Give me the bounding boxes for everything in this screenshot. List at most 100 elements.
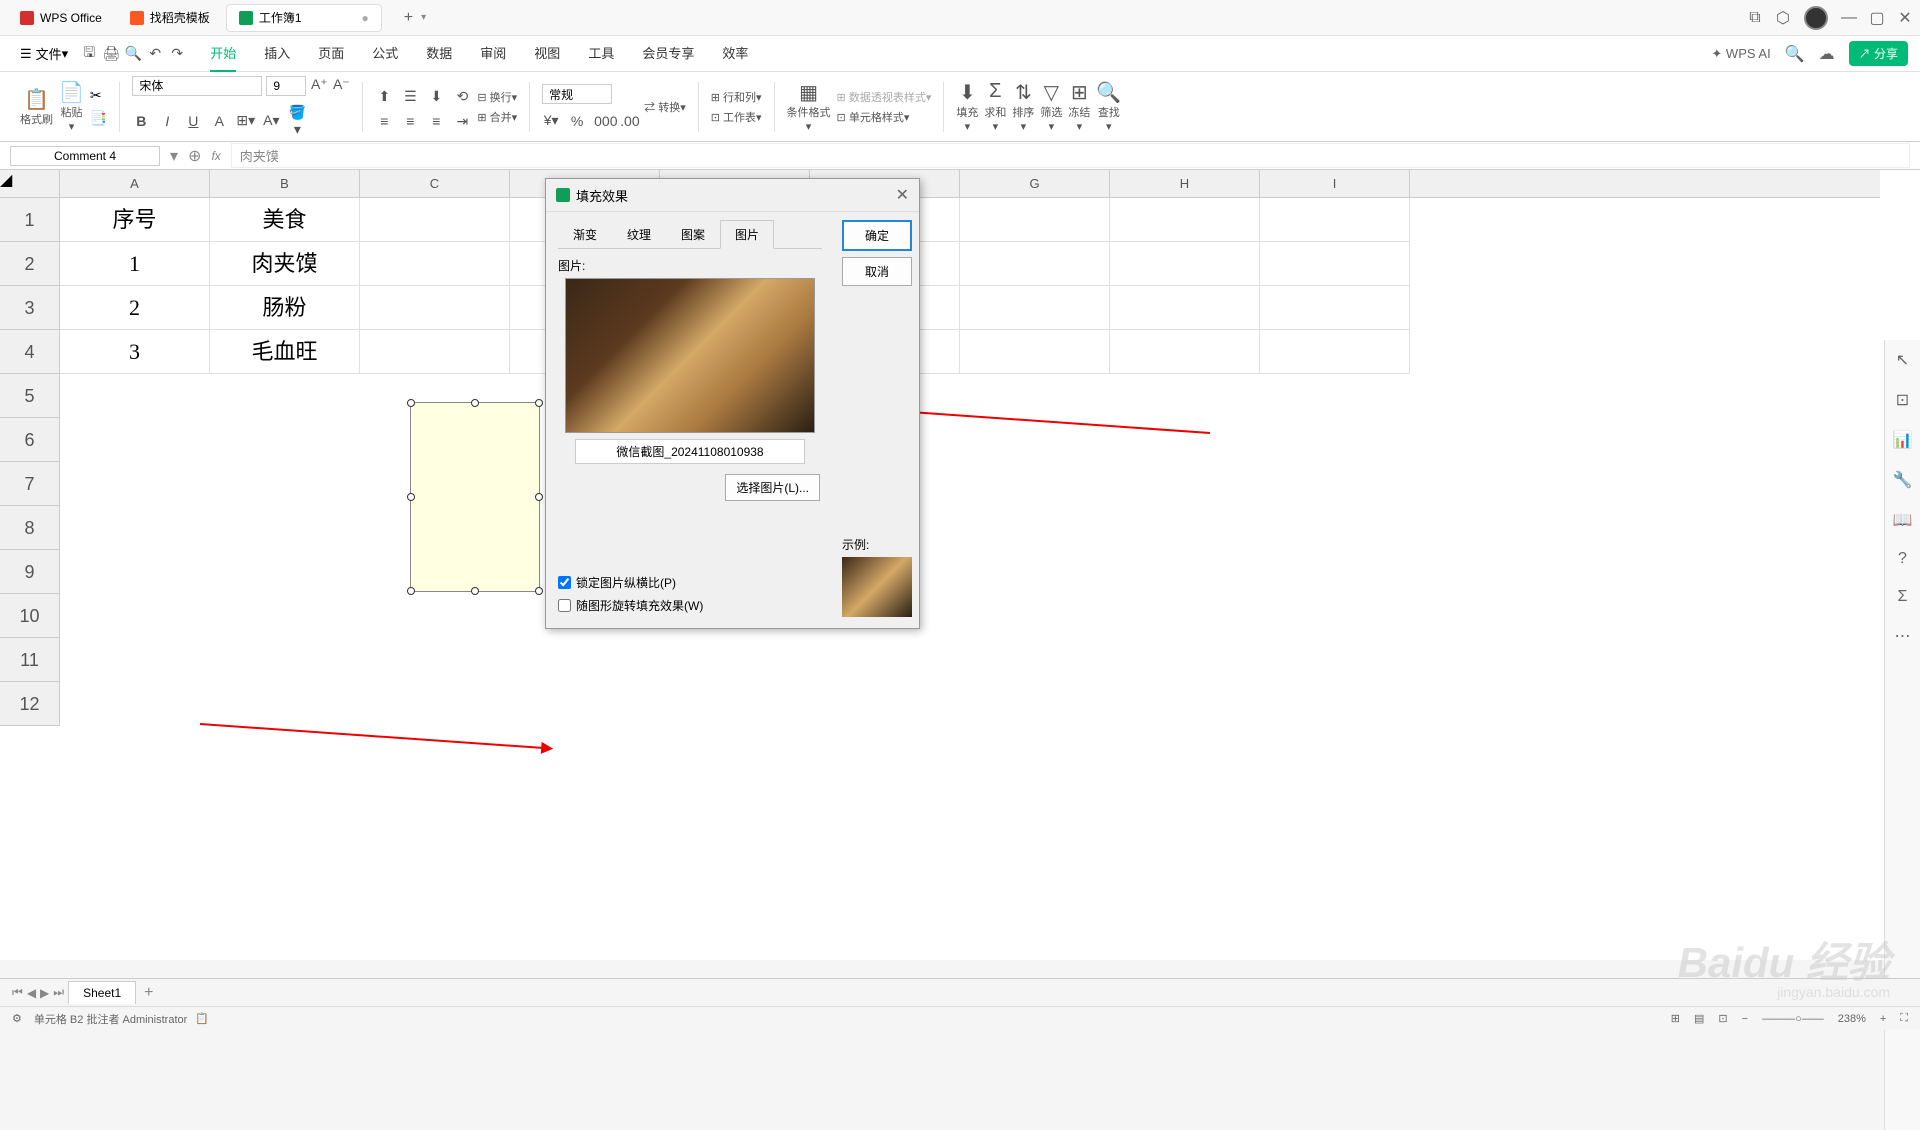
view-normal-icon[interactable]: ⊞	[1671, 1012, 1680, 1025]
sheet-nav-last[interactable]: ⏭	[53, 985, 64, 1000]
more-icon[interactable]: ⋯	[1895, 626, 1911, 646]
wrap-text-button[interactable]: ⊟ 换行▾	[477, 89, 517, 105]
underline-icon[interactable]: U	[184, 113, 202, 129]
merge-button[interactable]: ⊞ 合并▾	[477, 109, 517, 125]
clipboard-icon[interactable]: 📋	[195, 1012, 209, 1025]
lock-ratio-checkbox[interactable]	[558, 576, 571, 589]
number-format-select[interactable]	[542, 84, 612, 104]
strikethrough-icon[interactable]: A	[210, 113, 228, 129]
freeze-button[interactable]: ⊞冻结▾	[1068, 80, 1090, 133]
row-header[interactable]: 8	[0, 506, 60, 550]
row-header[interactable]: 6	[0, 418, 60, 462]
cell[interactable]	[1110, 242, 1260, 286]
worksheet-button[interactable]: ⊡ 工作表▾	[711, 109, 762, 125]
convert-button[interactable]: ⇄ 转换▾	[644, 99, 686, 115]
add-sheet-button[interactable]: +	[144, 984, 153, 1002]
decrease-font-icon[interactable]: A⁻	[332, 76, 350, 96]
cond-format-button[interactable]: ▦条件格式▾	[787, 80, 831, 133]
row-header[interactable]: 5	[0, 374, 60, 418]
cell-b3[interactable]: 肠粉	[210, 286, 360, 330]
menu-tab-insert[interactable]: 插入	[264, 35, 290, 72]
tab-template[interactable]: 找稻壳模板	[118, 4, 222, 32]
currency-icon[interactable]: ¥▾	[542, 112, 560, 129]
row-header[interactable]: 4	[0, 330, 60, 374]
row-header[interactable]: 2	[0, 242, 60, 286]
zoom-icon[interactable]: ⊕	[188, 146, 201, 166]
cell[interactable]	[960, 198, 1110, 242]
decimal-dec-icon[interactable]: .00	[620, 113, 638, 129]
cell-a2[interactable]: 1	[60, 242, 210, 286]
close-button[interactable]: ✕	[1898, 11, 1912, 25]
sheet-nav-first[interactable]: ⏮	[12, 985, 23, 1000]
dialog-close-button[interactable]: ✕	[896, 185, 909, 205]
sort-button[interactable]: ⇅排序▾	[1012, 80, 1034, 133]
align-middle-icon[interactable]: ☰	[401, 88, 419, 105]
increase-font-icon[interactable]: A⁺	[310, 76, 328, 96]
sheet-tab-sheet1[interactable]: Sheet1	[68, 981, 136, 1004]
sheet-nav-prev[interactable]: ◀	[27, 986, 36, 1000]
row-header[interactable]: 10	[0, 594, 60, 638]
help-icon[interactable]: ?	[1898, 550, 1907, 568]
col-header-a[interactable]: A	[60, 170, 210, 197]
menu-tab-review[interactable]: 审阅	[480, 35, 506, 72]
zoom-in-icon[interactable]: +	[1880, 1013, 1886, 1025]
cell[interactable]	[1260, 242, 1410, 286]
align-bottom-icon[interactable]: ⬇	[427, 88, 445, 105]
row-header[interactable]: 11	[0, 638, 60, 682]
cursor-icon[interactable]: ↖	[1896, 350, 1909, 370]
indent-icon[interactable]: ⇥	[453, 113, 471, 130]
menu-tab-page[interactable]: 页面	[318, 35, 344, 72]
cell[interactable]	[1110, 286, 1260, 330]
row-header[interactable]: 3	[0, 286, 60, 330]
align-center-icon[interactable]: ≡	[401, 113, 419, 129]
fullscreen-icon[interactable]: ⛶	[1900, 1012, 1908, 1025]
print-icon[interactable]: 🖨	[102, 45, 120, 62]
redo-icon[interactable]: ↷	[168, 45, 186, 62]
row-header[interactable]: 1	[0, 198, 60, 242]
align-top-icon[interactable]: ⬆	[375, 88, 393, 105]
formula-input[interactable]: 肉夹馍	[231, 143, 1910, 168]
undo-icon[interactable]: ↶	[146, 45, 164, 62]
cell-a1[interactable]: 序号	[60, 198, 210, 242]
menu-tab-data[interactable]: 数据	[426, 35, 452, 72]
tab-dropdown[interactable]: ▾	[421, 12, 426, 23]
cell-b1[interactable]: 美食	[210, 198, 360, 242]
cell-a4[interactable]: 3	[60, 330, 210, 374]
layout-icon[interactable]: ⧉	[1748, 11, 1762, 25]
sheet-nav-next[interactable]: ▶	[40, 986, 49, 1000]
select-all-corner[interactable]: ◢	[0, 170, 60, 198]
row-col-button[interactable]: ⊞ 行和列▾	[711, 89, 762, 105]
cube-icon[interactable]: ⬡	[1776, 11, 1790, 25]
share-button[interactable]: ↗ 分享	[1849, 41, 1908, 66]
cell[interactable]	[360, 330, 510, 374]
comment-shape[interactable]	[410, 402, 540, 592]
menu-tab-tools[interactable]: 工具	[588, 35, 614, 72]
cell-b4[interactable]: 毛血旺	[210, 330, 360, 374]
cell[interactable]	[960, 286, 1110, 330]
col-header-i[interactable]: I	[1260, 170, 1410, 197]
border-icon[interactable]: ⊞▾	[236, 112, 254, 129]
save-icon[interactable]: 🖫	[80, 42, 98, 66]
dialog-tab-pattern[interactable]: 图案	[666, 220, 720, 248]
cell-b2[interactable]: 肉夹馍	[210, 242, 360, 286]
paste-button[interactable]: 📄粘贴 ▾	[59, 80, 84, 133]
cell-style-button[interactable]: ⊡ 单元格样式▾	[837, 109, 932, 125]
sum-button[interactable]: Σ求和▾	[984, 80, 1006, 133]
cells-area[interactable]: 序号 美食 1 肉夹馍 2 肠粉 3 毛血旺	[60, 198, 1880, 960]
font-color-icon[interactable]: A▾	[262, 112, 280, 129]
file-menu[interactable]: ☰ 文件 ▾	[12, 40, 76, 67]
sum-icon[interactable]: Σ	[1898, 588, 1908, 606]
find-button[interactable]: 🔍查找▾	[1096, 80, 1121, 133]
fx-icon[interactable]: fx	[211, 149, 220, 163]
cell[interactable]	[1260, 330, 1410, 374]
menu-tab-efficiency[interactable]: 效率	[722, 35, 748, 72]
cell-c1[interactable]	[360, 198, 510, 242]
chart-icon[interactable]: 📊	[1893, 430, 1913, 450]
tool-icon[interactable]: 🔧	[1893, 470, 1913, 490]
col-header-h[interactable]: H	[1110, 170, 1260, 197]
menu-tab-formula[interactable]: 公式	[372, 35, 398, 72]
view-layout-icon[interactable]: ⊡	[1718, 1012, 1727, 1025]
maximize-button[interactable]: ▢	[1870, 11, 1884, 25]
tab-workbook-active[interactable]: 工作簿1 ●	[226, 4, 382, 32]
align-right-icon[interactable]: ≡	[427, 113, 445, 129]
